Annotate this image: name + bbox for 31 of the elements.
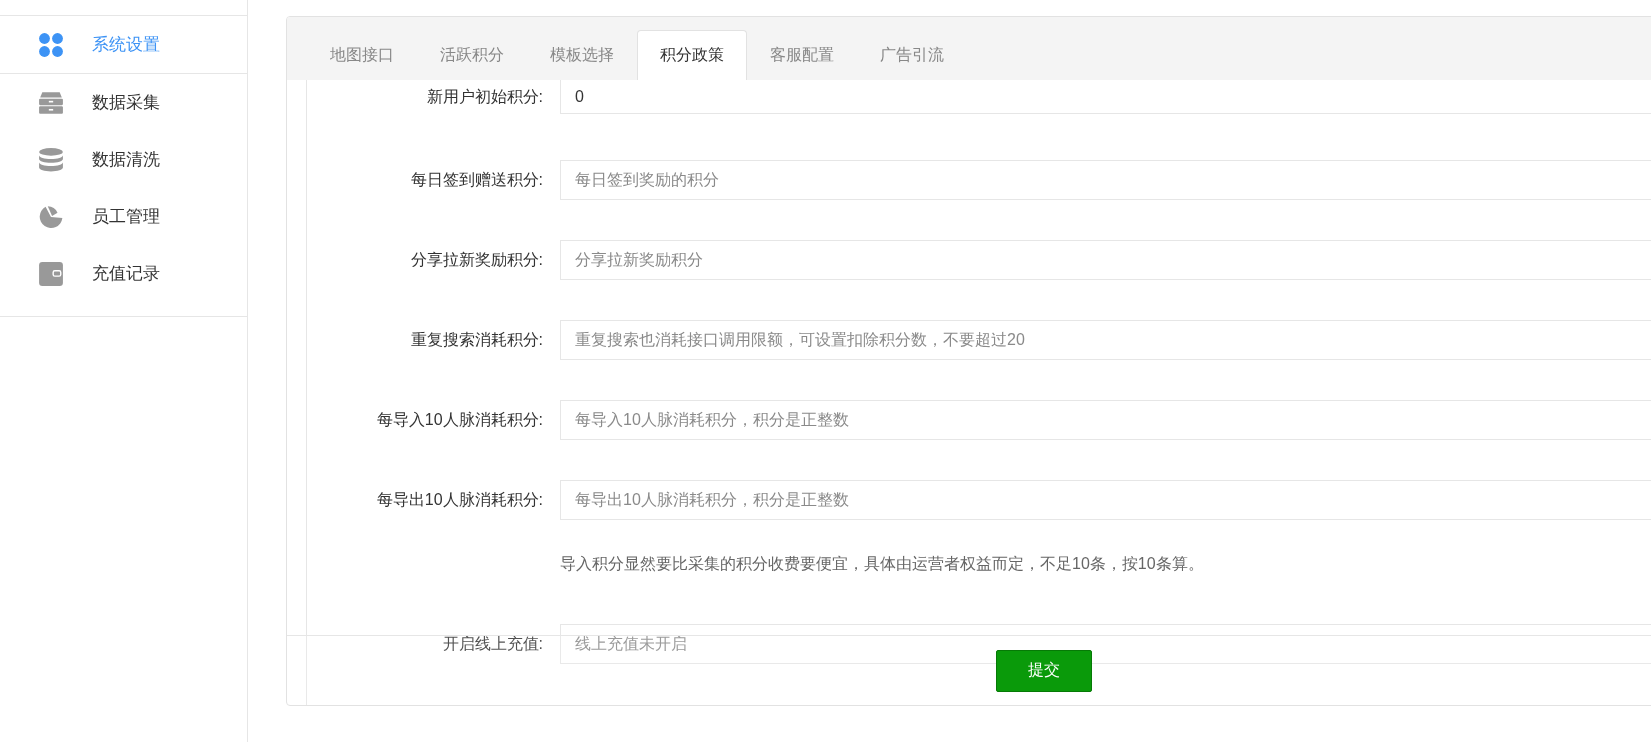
sidebar-item[interactable]: 系统设置 xyxy=(0,16,247,74)
four-petal-icon xyxy=(38,31,64,58)
field-label: 每导入10人脉消耗积分: xyxy=(375,409,544,430)
field-label: 新用户初始积分: xyxy=(425,86,544,107)
tab[interactable]: 广告引流 xyxy=(857,30,967,80)
input-field[interactable]: 每导入10人脉消耗积分，积分是正整数 xyxy=(560,400,1651,440)
pie-chart-icon xyxy=(38,203,64,230)
sidebar-item[interactable]: 数据清洗 xyxy=(0,131,247,188)
sidebar-item[interactable]: 充值记录 xyxy=(0,245,247,302)
input-field[interactable]: 重复搜索也消耗接口调用限额，可设置扣除积分数，不要超过20 xyxy=(560,320,1651,360)
database-icon xyxy=(38,146,64,173)
field-label: 每日签到赠送积分: xyxy=(409,169,544,190)
hint-text: 导入积分显然要比采集的积分收费要便宜，具体由运营者权益而定，不足10条，按10条算。 xyxy=(560,553,1204,574)
wallet-icon xyxy=(38,260,64,287)
drawer-cabinet-icon xyxy=(38,89,64,116)
tab[interactable]: 积分政策 xyxy=(637,30,747,80)
tab[interactable]: 客服配置 xyxy=(747,30,857,80)
field-label: 重复搜索消耗积分: xyxy=(409,329,544,350)
sidebar-item[interactable]: 员工管理 xyxy=(0,188,247,245)
tab[interactable]: 活跃积分 xyxy=(417,30,527,80)
input-field[interactable]: 每日签到奖励的积分 xyxy=(560,160,1651,200)
tab[interactable]: 模板选择 xyxy=(527,30,637,80)
field-label: 每导出10人脉消耗积分: xyxy=(375,489,544,510)
tab[interactable]: 地图接口 xyxy=(307,30,417,80)
submit-button[interactable]: 提交 xyxy=(996,649,1092,692)
field-label: 分享拉新奖励积分: xyxy=(409,249,544,270)
field-label: 开启线上充值: xyxy=(441,633,544,654)
input-field[interactable]: 每导出10人脉消耗积分，积分是正整数 xyxy=(560,480,1651,520)
input-field[interactable]: 0 xyxy=(560,80,1651,114)
input-field[interactable]: 分享拉新奖励积分 xyxy=(560,240,1651,280)
sidebar-item[interactable]: 数据采集 xyxy=(0,74,247,131)
